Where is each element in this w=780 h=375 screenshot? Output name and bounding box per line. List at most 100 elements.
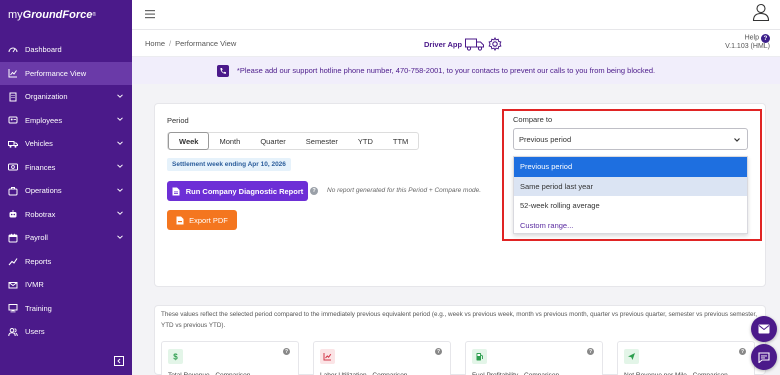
- help-icon[interactable]: ?: [761, 34, 770, 43]
- sidebar-item-users[interactable]: Users: [0, 320, 132, 344]
- tab-quarter[interactable]: Quarter: [250, 133, 295, 149]
- period-label: Period: [167, 116, 189, 125]
- help-icon[interactable]: ?: [435, 348, 442, 355]
- calendar-icon: [8, 233, 18, 243]
- compare-selected-value: Previous period: [519, 134, 572, 144]
- sidebar-item-label: Finances: [25, 162, 56, 172]
- sidebar-item-dashboard[interactable]: Dashboard: [0, 38, 132, 62]
- help-icon[interactable]: ?: [283, 348, 290, 355]
- compare-option[interactable]: Previous period: [514, 157, 747, 177]
- chevron-down-icon: [116, 162, 124, 172]
- sidebar-item-label: Employees: [25, 115, 63, 125]
- chat-fab[interactable]: [751, 344, 777, 370]
- compare-label: Compare to: [513, 115, 553, 124]
- chevron-down-icon: [734, 138, 740, 142]
- truck-icon: [8, 139, 18, 149]
- period-tabs: Week Month Quarter Semester YTD TTM: [167, 132, 420, 150]
- users-icon: [8, 327, 18, 337]
- sidebar-item-reports[interactable]: Reports: [0, 250, 132, 274]
- top-bar: [132, 0, 780, 30]
- chevron-down-icon: [116, 115, 124, 125]
- fuel-icon: [472, 349, 487, 364]
- sidebar-item-performance-view[interactable]: Performance View: [0, 61, 132, 85]
- version-label: V.1.103 (HML): [725, 43, 770, 50]
- driver-app-label: Driver App: [424, 39, 463, 49]
- chat-icon: [758, 351, 770, 363]
- breadcrumb-separator: /: [169, 39, 172, 48]
- sidebar-item-label: Users: [25, 327, 45, 337]
- sidebar-item-organization[interactable]: Organization: [0, 85, 132, 109]
- export-pdf-button[interactable]: Export PDF: [167, 210, 237, 230]
- email-fab[interactable]: [751, 316, 777, 342]
- compare-option[interactable]: 52-week rolling average: [514, 196, 747, 216]
- dashboard-icon: [8, 45, 18, 55]
- no-report-text: No report generated for this Period + Co…: [327, 187, 482, 194]
- run-diagnostic-button[interactable]: Run Company Diagnostic Report: [167, 181, 308, 201]
- driver-app-link[interactable]: Driver App: [424, 37, 502, 51]
- sidebar: my GroundForce ® Dashboard Performance View…: [0, 0, 132, 375]
- chevron-down-icon: [116, 92, 124, 102]
- tab-month[interactable]: Month: [209, 133, 250, 149]
- metric-card[interactable]: ?Net Revenue per Mile - Comparison: [617, 341, 755, 375]
- brand-prefix: my: [8, 9, 23, 21]
- sidebar-item-label: Dashboard: [25, 45, 62, 55]
- breadcrumb-current: Performance View: [175, 39, 237, 48]
- briefcase-icon: [8, 186, 18, 196]
- sidebar-item-label: Organization: [25, 92, 68, 102]
- metric-card[interactable]: ?Fuel Profitability - Comparison: [465, 341, 603, 375]
- sidebar-item-robotrax[interactable]: Robotrax: [0, 203, 132, 227]
- envelope-icon: [8, 280, 18, 290]
- email-icon: [758, 324, 770, 334]
- gear-icon[interactable]: [488, 37, 502, 51]
- settlement-badge: Settlement week ending Apr 10, 2026: [167, 158, 291, 171]
- run-diagnostic-label: Run Company Diagnostic Report: [185, 186, 304, 196]
- sidebar-item-label: IVMR: [25, 280, 44, 290]
- page-header: Home / Performance View Driver App Help? V…: [132, 30, 780, 57]
- tab-ytd[interactable]: YTD: [348, 133, 383, 149]
- sidebar-item-vehicles[interactable]: Vehicles: [0, 132, 132, 156]
- summary-text: These values reflect the selected period…: [161, 311, 758, 329]
- compare-select[interactable]: Previous period: [513, 128, 748, 150]
- sidebar-item-payroll[interactable]: Payroll: [0, 226, 132, 250]
- sidebar-item-label: Training: [25, 303, 52, 313]
- menu-icon[interactable]: [145, 8, 155, 20]
- sidebar-item-operations[interactable]: Operations: [0, 179, 132, 203]
- dollar-icon: [8, 162, 18, 172]
- breadcrumb: Home / Performance View: [145, 39, 236, 48]
- svg-text:$: $: [173, 353, 178, 362]
- pdf-icon: [176, 216, 184, 224]
- sidebar-item-label: Reports: [25, 256, 52, 266]
- user-profile-icon[interactable]: [752, 3, 770, 21]
- tab-week[interactable]: Week: [168, 132, 210, 150]
- sidebar-item-ivmr[interactable]: IVMR: [0, 273, 132, 297]
- sidebar-item-training[interactable]: Training: [0, 297, 132, 321]
- building-icon: [8, 92, 18, 102]
- tab-ttm[interactable]: TTM: [383, 133, 418, 149]
- metric-card[interactable]: ?Labor Utilization - Comparison: [313, 341, 451, 375]
- brand-logo[interactable]: my GroundForce ®: [0, 0, 132, 30]
- send-icon: [624, 349, 639, 364]
- sidebar-item-label: Vehicles: [25, 139, 53, 149]
- info-icon[interactable]: ?: [310, 187, 318, 195]
- compare-option[interactable]: Custom range...: [514, 216, 747, 236]
- id-card-icon: [8, 115, 18, 125]
- support-notice: *Please add our support hotline phone nu…: [132, 57, 780, 84]
- chevron-down-icon: [116, 233, 124, 243]
- tab-semester[interactable]: Semester: [296, 133, 348, 149]
- training-icon: [8, 303, 18, 313]
- sidebar-nav: Dashboard Performance View Organization Emp…: [0, 38, 132, 344]
- metric-card[interactable]: $?Total Revenue - Comparison: [161, 341, 299, 375]
- robot-icon: [8, 209, 18, 219]
- compare-option[interactable]: Same period last year: [514, 176, 747, 196]
- help-link[interactable]: Help: [745, 35, 759, 42]
- reports-icon: [8, 256, 18, 266]
- collapse-sidebar-icon[interactable]: [114, 356, 124, 366]
- document-icon: [172, 187, 180, 195]
- help-icon[interactable]: ?: [739, 348, 746, 355]
- breadcrumb-home[interactable]: Home: [145, 39, 165, 48]
- sidebar-item-finances[interactable]: Finances: [0, 156, 132, 180]
- compare-dropdown: Previous period Same period last year 52-w…: [513, 156, 748, 234]
- sidebar-item-employees[interactable]: Employees: [0, 109, 132, 133]
- help-icon[interactable]: ?: [587, 348, 594, 355]
- phone-icon: [216, 64, 229, 77]
